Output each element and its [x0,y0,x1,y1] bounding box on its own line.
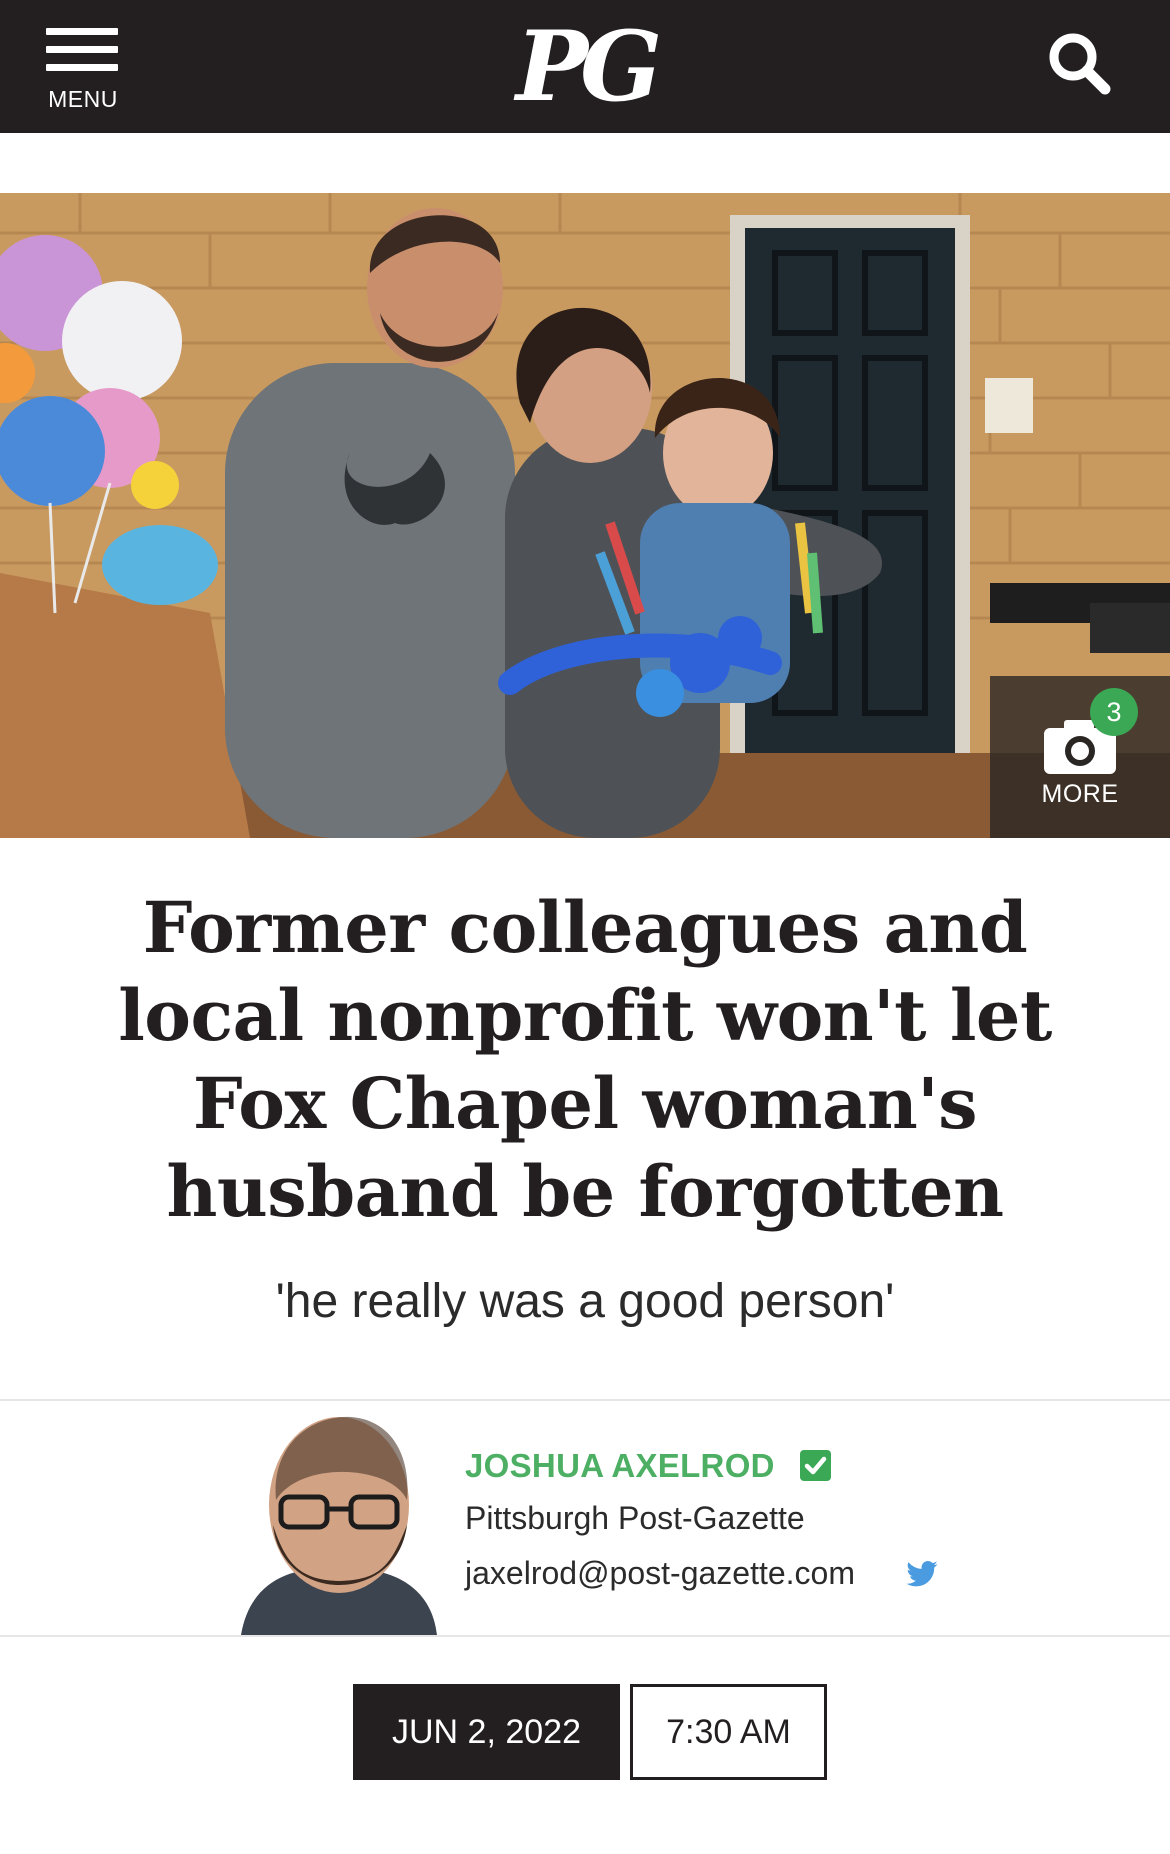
photo-count-badge: 3 [1090,688,1138,736]
author-portrait [241,1405,437,1635]
more-photos-button[interactable]: 3 MORE [990,676,1170,838]
article-subheadline: 'he really was a good person' [275,1275,895,1328]
author-avatar[interactable] [241,1405,437,1635]
twitter-icon [906,1561,938,1587]
hero-photo[interactable]: 3 MORE [0,193,1170,838]
more-label: MORE [1041,780,1119,808]
site-logo[interactable]: PG [515,12,662,122]
article-headline: Former colleagues and local nonprofit wo… [118,886,1052,1233]
menu-button[interactable]: MENU [46,26,120,116]
top-navigation-bar: MENU PG [0,0,1170,133]
search-button[interactable] [1044,28,1114,98]
publish-date: JUN 2, 2022 [353,1684,620,1780]
menu-icon [46,28,118,35]
author-organization: Pittsburgh Post-Gazette [465,1500,805,1536]
menu-icon-bar [46,46,118,53]
verified-check-icon [800,1450,831,1481]
twitter-link[interactable] [905,1560,939,1590]
author-name-link[interactable]: JOSHUA AXELROD [465,1447,775,1485]
divider [0,1399,1170,1401]
search-icon [1049,33,1111,95]
divider [0,1635,1170,1637]
publish-time: 7:30 AM [630,1684,827,1780]
menu-label: MENU [48,86,118,112]
menu-icon-bar [46,64,118,71]
author-email-link[interactable]: jaxelrod@post-gazette.com [465,1555,855,1592]
